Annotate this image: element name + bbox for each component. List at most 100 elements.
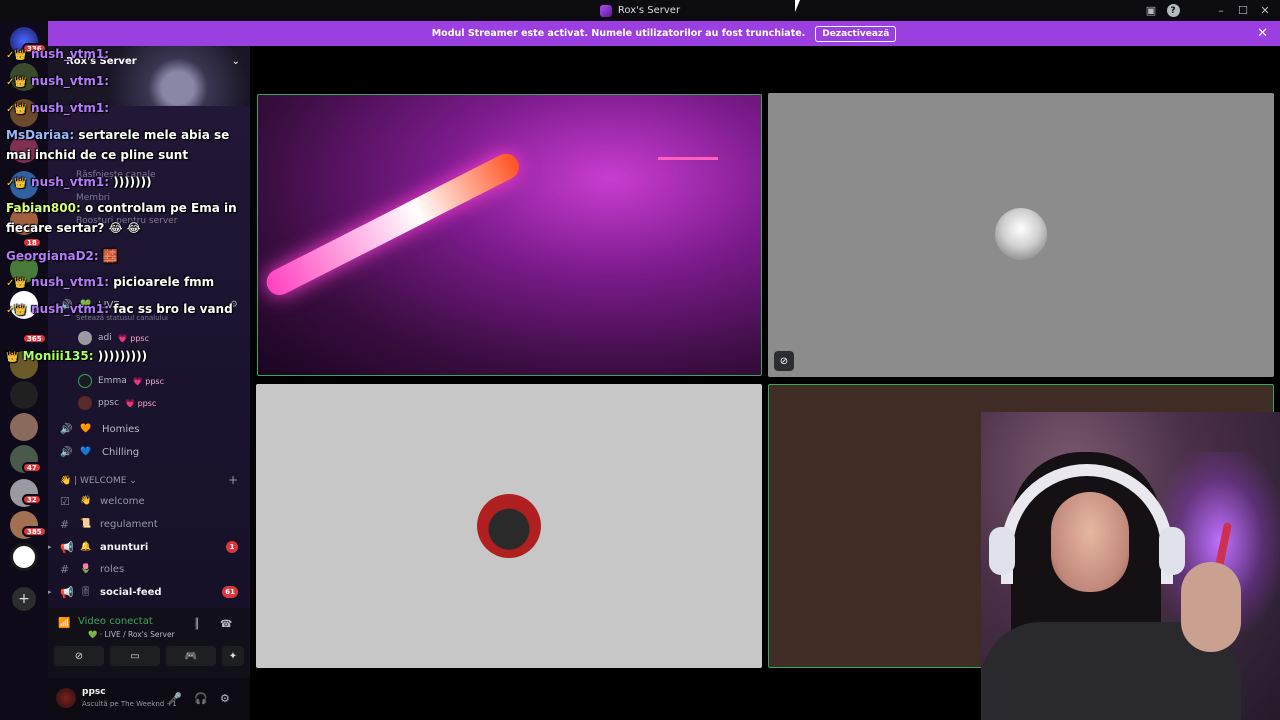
chat-message: Fabian800: o controlam pe Ema in fiecare… xyxy=(6,201,237,235)
channel-label: regulament xyxy=(100,518,158,530)
member-name: ppsc xyxy=(98,398,120,408)
unread-badge: 1 xyxy=(226,541,238,553)
voice-channel-chilling[interactable]: 🔊 💙 Chilling xyxy=(48,441,250,463)
disconnect-icon[interactable]: ☎ xyxy=(220,619,232,630)
voice-location[interactable]: 💚 · LIVE / Rox's Server xyxy=(88,630,175,639)
server-badge: 32 xyxy=(22,494,42,505)
channel-emoji: 🎚 xyxy=(80,587,92,597)
member-name: adi xyxy=(98,333,112,343)
server-badge: 47 xyxy=(22,462,42,473)
channel-welcome[interactable]: ☑ 👋 welcome xyxy=(48,490,250,512)
channel-emoji: 📜 xyxy=(80,519,92,529)
video-content xyxy=(658,157,718,160)
minimize-icon[interactable]: – xyxy=(1210,0,1232,21)
avatar xyxy=(78,374,92,388)
channel-label: social-feed xyxy=(100,586,162,598)
video-tile-stream[interactable] xyxy=(257,94,762,376)
avatar[interactable] xyxy=(56,688,76,708)
microphone-icon[interactable]: 🎤 xyxy=(168,692,182,705)
help-icon[interactable]: ? xyxy=(1162,0,1184,21)
screen-share-button[interactable]: ▭ xyxy=(110,646,160,666)
video-tile-participant[interactable] xyxy=(256,384,762,668)
chat-message: ✓👑 nush_vtm1: xyxy=(6,47,110,61)
chat-message: ✓👑 nush_vtm1: xyxy=(6,74,110,88)
activity-button[interactable]: 🎮 xyxy=(166,646,216,666)
voice-connection-panel: 📶 Video conectat 💚 · LIVE / Rox's Server… xyxy=(48,608,250,720)
voice-member[interactable]: adi 💗 ppsc xyxy=(78,328,149,348)
voice-member[interactable]: Emma 💗 ppsc xyxy=(78,371,164,391)
channel-emoji: 👋 xyxy=(80,496,92,506)
soundboard-button[interactable]: ✦ xyxy=(222,646,244,666)
channel-social-feed[interactable]: ▸ 📢 🎚 social-feed 61 xyxy=(48,581,250,603)
hash-icon: # xyxy=(60,517,70,531)
channel-anunturi[interactable]: ▸ 📢 🔔 anunturi 1 xyxy=(48,536,250,558)
camera-off-button[interactable]: ⊘ xyxy=(54,646,104,666)
channel-roles[interactable]: # 🌷 roles xyxy=(48,558,250,580)
member-tag: 💗 ppsc xyxy=(132,376,164,386)
member-tag: 💗 ppsc xyxy=(117,333,149,343)
webcam-person xyxy=(1181,562,1241,652)
user-activity: Ascultă pe The Weeknd +1 xyxy=(82,700,177,708)
avatar xyxy=(477,494,541,558)
channel-label: roles xyxy=(100,563,125,575)
server-icon xyxy=(599,4,612,17)
channel-regulament[interactable]: # 📜 regulament xyxy=(48,513,250,535)
headset xyxy=(1159,527,1185,575)
voice-channel-homies[interactable]: 🔊 🧡 Homies xyxy=(48,418,250,440)
add-server-button[interactable]: + xyxy=(12,587,36,611)
window-title-text: Rox's Server xyxy=(617,5,681,16)
title-bar-actions: ▣ ? xyxy=(1140,0,1184,21)
video-tile-participant[interactable]: ⊘ xyxy=(768,93,1274,377)
channel-emoji: 🧡 xyxy=(80,424,92,434)
title-bar: Rox's Server ▣ ? – ☐ ✕ xyxy=(0,0,1280,21)
voice-channel-label: Homies xyxy=(102,423,140,435)
unread-badge: 61 xyxy=(222,586,238,598)
member-tag: 💗 ppsc xyxy=(125,398,157,408)
username[interactable]: ppsc xyxy=(82,687,106,697)
window-controls: – ☐ ✕ xyxy=(1210,0,1276,21)
maximize-icon[interactable]: ☐ xyxy=(1232,0,1254,21)
chat-message: GeorgianaD2: 🧱 xyxy=(6,249,118,263)
avatar xyxy=(78,331,92,345)
speaker-icon: 🔊 xyxy=(60,446,73,458)
channel-label: anunturi xyxy=(100,541,149,553)
caret-icon: ▸ xyxy=(48,588,52,596)
inbox-icon[interactable]: ▣ xyxy=(1140,0,1162,21)
chat-message: ✓👑 nush_vtm1: xyxy=(6,101,110,115)
server-icon[interactable] xyxy=(10,413,38,441)
close-banner-icon[interactable]: ✕ xyxy=(1257,26,1268,41)
channel-label: welcome xyxy=(100,495,145,507)
close-window-icon[interactable]: ✕ xyxy=(1254,0,1276,21)
announcement-icon: 📢 xyxy=(60,540,74,554)
chat-message: ✓👑 nush_vtm1: picioarele fmm xyxy=(6,275,215,289)
server-icon[interactable] xyxy=(10,381,38,409)
voice-status[interactable]: Video conectat xyxy=(78,616,153,627)
avatar xyxy=(995,208,1047,260)
chat-message: 👑 Moniii135: ))))))))) xyxy=(6,349,148,363)
noise-suppression-icon[interactable]: ║ xyxy=(194,619,200,630)
chat-message: MsDariaa: sertarele mele abia se mai inc… xyxy=(6,128,230,162)
streamer-webcam xyxy=(981,412,1280,720)
streamer-mode-banner: Modul Streamer este activat. Numele util… xyxy=(48,21,1280,46)
chat-message: ✓👑 nush_vtm1: ))))))) xyxy=(6,175,152,189)
server-icon[interactable] xyxy=(10,543,38,571)
video-content xyxy=(262,149,524,300)
voice-member[interactable]: ppsc 💗 ppsc xyxy=(78,393,156,413)
disable-streamer-mode-button[interactable]: Dezactivează xyxy=(815,25,897,42)
user-panel: ppsc Ascultă pe The Weeknd +1 🎤 🎧 ⚙ xyxy=(48,678,250,720)
gear-icon[interactable]: ⚙ xyxy=(220,692,230,705)
announcement-icon: 📢 xyxy=(60,585,74,599)
member-name: Emma xyxy=(98,376,127,386)
category-welcome[interactable]: 👋 | WELCOME ⌄ xyxy=(60,476,137,486)
headset xyxy=(989,527,1015,575)
signal-icon[interactable]: 📶 xyxy=(58,618,70,629)
headphones-icon[interactable]: 🎧 xyxy=(194,692,208,705)
window-title: Rox's Server xyxy=(599,4,681,17)
voice-channel-label: Chilling xyxy=(102,446,140,458)
channel-emoji: 💙 xyxy=(80,447,92,457)
camera-off-icon: ⊘ xyxy=(774,351,794,371)
add-channel-icon[interactable]: + xyxy=(228,473,238,487)
hash-icon: # xyxy=(60,562,70,576)
caret-icon: ▸ xyxy=(48,543,52,551)
server-badge: 385 xyxy=(22,526,47,537)
